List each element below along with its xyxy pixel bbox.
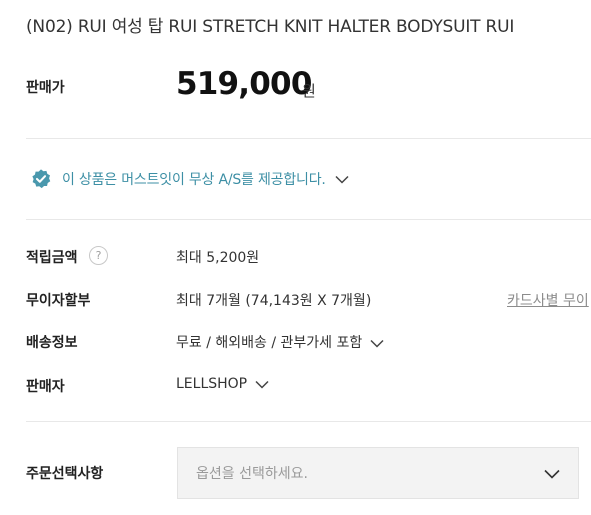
points-value: 최대 5,200원 bbox=[176, 250, 260, 266]
shipping-value: 무료 / 해외배송 / 관부가세 포함 bbox=[176, 335, 363, 351]
chevron-down-icon bbox=[544, 469, 560, 479]
seller-value: LELLSHOP bbox=[176, 376, 248, 392]
shipping-label: 배송정보 bbox=[26, 335, 78, 351]
price-label: 판매가 bbox=[26, 80, 65, 96]
divider bbox=[26, 219, 591, 220]
free-as-notice-toggle[interactable]: 이 상품은 머스트잇이 무상 A/S를 제공합니다. bbox=[30, 166, 349, 192]
verified-badge-icon bbox=[32, 169, 51, 189]
shipping-info-toggle[interactable]: 무료 / 해외배송 / 관부가세 포함 bbox=[176, 332, 384, 352]
card-installment-link[interactable]: 카드사별 무이 bbox=[507, 290, 589, 310]
option-select-placeholder: 옵션을 선택하세요. bbox=[196, 466, 308, 482]
installment-label: 무이자할부 bbox=[26, 293, 91, 309]
seller-label: 판매자 bbox=[26, 379, 65, 395]
chevron-down-icon bbox=[370, 339, 384, 348]
points-label: 적립금액 bbox=[26, 250, 78, 266]
chevron-down-icon bbox=[255, 380, 269, 389]
help-icon[interactable]: ? bbox=[89, 246, 108, 265]
seller-toggle[interactable]: LELLSHOP bbox=[176, 376, 269, 392]
divider bbox=[26, 138, 591, 139]
price-row: 판매가 519,000 원 bbox=[26, 66, 591, 111]
free-as-notice-text: 이 상품은 머스트잇이 무상 A/S를 제공합니다. bbox=[62, 172, 326, 188]
options-label: 주문선택사항 bbox=[26, 466, 104, 482]
divider bbox=[26, 421, 591, 422]
installment-value: 최대 7개월 (74,143원 X 7개월) bbox=[176, 293, 372, 309]
chevron-down-icon bbox=[335, 175, 349, 184]
price-value: 519,000 bbox=[176, 66, 312, 102]
product-title: (N02) RUI 여성 탑 RUI STRETCH KNIT HALTER B… bbox=[26, 17, 515, 37]
price-unit: 원 bbox=[302, 82, 316, 100]
option-select[interactable]: 옵션을 선택하세요. bbox=[177, 447, 579, 499]
